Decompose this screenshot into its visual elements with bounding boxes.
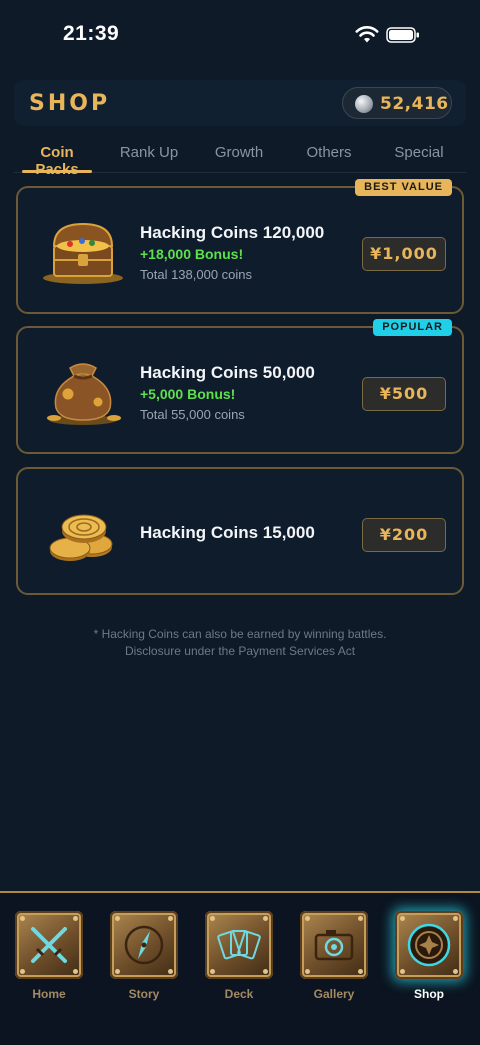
crossed-swords-icon: [15, 911, 83, 979]
product-total: Total 55,000 coins: [140, 407, 245, 422]
price-button[interactable]: ¥200: [362, 518, 446, 552]
product-card-15000[interactable]: Hacking Coins 15,000 ¥200: [16, 467, 464, 595]
nav-label: Home: [32, 987, 66, 1001]
tab-rank-up[interactable]: Rank Up: [114, 144, 184, 161]
nav-label: Story: [128, 987, 160, 1001]
nav-story[interactable]: Story: [108, 911, 180, 1001]
status-time: 21:39: [63, 22, 120, 45]
cards-icon: [205, 911, 273, 979]
nav-shop[interactable]: Shop: [393, 911, 465, 1001]
status-bar: 21:39: [0, 0, 480, 70]
wifi-icon: [355, 26, 379, 43]
product-card-50000[interactable]: POPULAR Hacking Coins 50,000 +5,000 Bonu…: [16, 319, 464, 454]
product-name: Hacking Coins 50,000: [140, 363, 315, 382]
coin-balance[interactable]: 52,416: [342, 87, 452, 119]
best-value-badge: BEST VALUE: [355, 179, 452, 196]
coin-stack-icon: [49, 514, 113, 561]
nav-gallery[interactable]: Gallery: [298, 911, 370, 1001]
price-button[interactable]: ¥500: [362, 377, 446, 411]
tab-others[interactable]: Others: [294, 144, 364, 161]
coin-bag-icon: [47, 363, 121, 425]
tab-growth[interactable]: Growth: [204, 144, 274, 161]
shop-tabs: Coin Packs Rank Up Growth Others Special: [14, 138, 466, 178]
active-tab-indicator: [22, 170, 92, 173]
shop-header: SHOP 52,416: [14, 80, 466, 126]
bottom-nav: Home Story Deck Gallery Shop: [0, 891, 480, 1045]
product-name: Hacking Coins 120,000: [140, 223, 325, 242]
product-card-120000[interactable]: BEST VALUE Hacking Coins 120,000 +18,000…: [16, 179, 464, 314]
product-name: Hacking Coins 15,000: [140, 523, 315, 542]
compass-icon: [110, 911, 178, 979]
product-bonus: +18,000 Bonus!: [140, 246, 244, 262]
coin-emblem-icon: [395, 911, 463, 979]
camera-icon: [300, 911, 368, 979]
nav-label: Deck: [224, 987, 254, 1001]
silver-coin-icon: [355, 95, 373, 113]
treasure-chest-icon: [43, 222, 123, 284]
product-total: Total 138,000 coins: [140, 267, 253, 282]
popular-badge: POPULAR: [373, 319, 452, 336]
nav-home[interactable]: Home: [13, 911, 85, 1001]
footnote-disclosure-link[interactable]: Disclosure under the Payment Services Ac…: [0, 643, 480, 660]
battery-icon: [386, 27, 419, 43]
nav-label: Gallery: [313, 987, 355, 1001]
page-title: SHOP: [29, 91, 111, 116]
nav-label: Shop: [414, 987, 444, 1001]
coin-balance-value: 52,416: [380, 94, 449, 114]
nav-deck[interactable]: Deck: [203, 911, 275, 1001]
price-button[interactable]: ¥1,000: [362, 237, 446, 271]
footnote: * Hacking Coins can also be earned by wi…: [0, 626, 480, 660]
tab-special[interactable]: Special: [384, 144, 454, 161]
footnote-earn-text: * Hacking Coins can also be earned by wi…: [93, 627, 387, 641]
product-bonus: +5,000 Bonus!: [140, 386, 236, 402]
